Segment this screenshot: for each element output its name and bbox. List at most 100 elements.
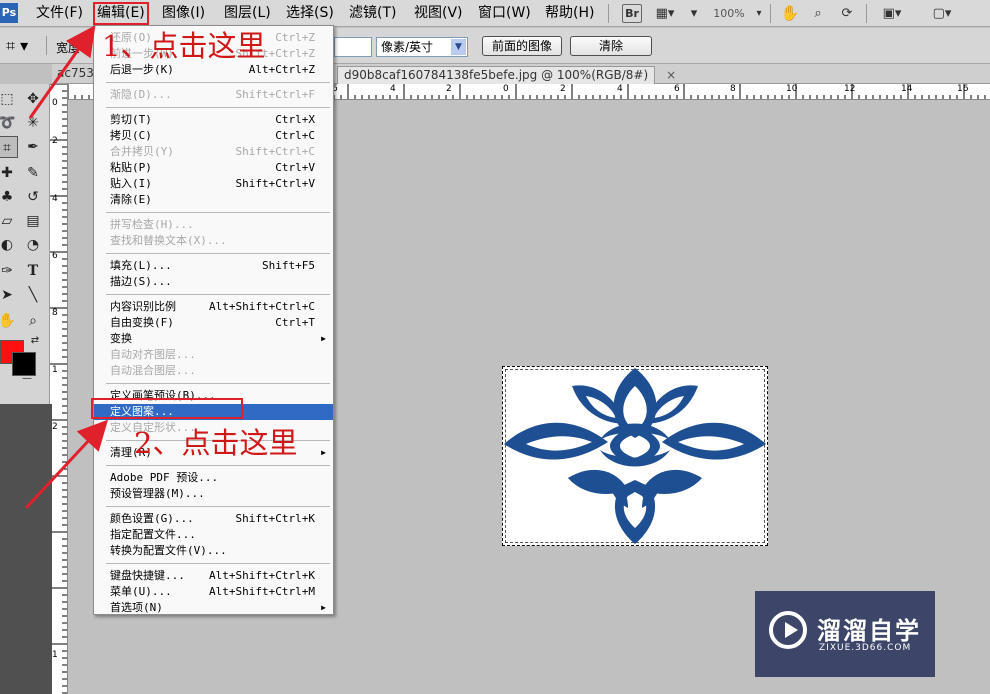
menu-item-label: 颜色设置(G)... [110, 512, 194, 525]
image-canvas[interactable] [502, 366, 768, 546]
ruler-label: 8 [52, 308, 58, 318]
zoom-tool-icon[interactable]: ⌕ [808, 4, 828, 23]
document-tab-title: d90b8caf160784138fe5befe.jpg @ 100%(RGB/… [344, 68, 649, 82]
menu-file[interactable]: 文件(F) [34, 4, 85, 23]
ruler-label: 6 [674, 84, 680, 94]
view-extras-icon[interactable]: ▦▾ [652, 4, 678, 23]
menu-item[interactable]: 转换为配置文件(V)... [94, 543, 333, 559]
menu-item[interactable]: 贴入(I) Shift+Ctrl+V [94, 176, 333, 192]
menu-item[interactable]: 预设管理器(M)... [94, 486, 333, 502]
crop-tool-preset-icon[interactable]: ⌗ ▾ [6, 36, 40, 56]
front-image-button[interactable]: 前面的图像 [482, 36, 562, 56]
menu-item[interactable]: 自由变换(F) Ctrl+T [94, 315, 333, 331]
hand-tool-icon[interactable]: ✋ [0, 310, 18, 332]
screen-mode-icon[interactable]: ▢▾ [928, 4, 956, 23]
bridge-button[interactable]: Br [622, 4, 642, 23]
menu-item[interactable]: 拷贝(C) Ctrl+C [94, 128, 333, 144]
menu-layer[interactable]: 图层(L) [222, 4, 273, 23]
menu-image[interactable]: 图像(I) [160, 4, 207, 23]
crop-tool-icon[interactable]: ⌗ [0, 136, 18, 158]
menu-item[interactable]: 查找和替换文本(X)... [94, 233, 333, 249]
blur-tool-icon[interactable]: ◐ [0, 234, 18, 256]
play-logo-icon [769, 611, 807, 649]
zoom-tool-icon[interactable]: ⌕ [22, 310, 44, 332]
menu-item[interactable]: 渐隐(D)... Shift+Ctrl+F [94, 87, 333, 103]
menu-item[interactable]: 合并拷贝(Y) Shift+Ctrl+C [94, 144, 333, 160]
menu-view[interactable]: 视图(V) [412, 4, 465, 23]
menu-item[interactable]: 填充(L)... Shift+F5 [94, 258, 333, 274]
rotate-view-icon[interactable]: ⟳ [836, 4, 858, 23]
menu-item-shortcut: Alt+Shift+Ctrl+M [209, 585, 315, 598]
history-brush-tool-icon[interactable]: ↺ [22, 186, 44, 208]
line-tool-icon[interactable]: ╲ [22, 284, 44, 306]
lotus-flower-image [504, 368, 766, 544]
clear-button[interactable]: 清除 [570, 36, 652, 56]
menu-item-label: 拷贝(C) [110, 129, 152, 142]
menu-select[interactable]: 选择(S) [284, 4, 336, 23]
eyedropper-tool-icon[interactable]: ✒ [22, 136, 44, 158]
menu-item[interactable]: 描边(S)... [94, 274, 333, 290]
menu-item[interactable]: 清除(E) [94, 192, 333, 208]
menu-item[interactable]: 剪切(T) Ctrl+X [94, 112, 333, 128]
menu-item[interactable]: Adobe PDF 预设... [94, 470, 333, 486]
menu-item-label: 键盘快捷键... [110, 569, 185, 582]
path-selection-tool-icon[interactable]: ➤ [0, 284, 18, 306]
menu-item[interactable]: 变换 ▶ [94, 331, 333, 347]
menu-item-label: 粘贴(P) [110, 161, 152, 174]
pen-tool-icon[interactable]: ✑ [0, 260, 18, 282]
photoshop-logo: Ps [0, 3, 18, 23]
close-icon[interactable]: × [666, 67, 682, 84]
menu-separator [106, 253, 330, 254]
marquee-tool-icon[interactable]: ⬚ [0, 88, 18, 110]
ruler-label: 8 [730, 84, 736, 94]
zoom-dropdown-icon[interactable]: ▾ [752, 4, 766, 23]
zoom-level-menu-icon[interactable]: ▾ [684, 4, 704, 23]
menu-item-label: 转换为配置文件(V)... [110, 544, 227, 557]
menu-separator [106, 506, 330, 507]
healing-brush-tool-icon[interactable]: ✚ [0, 162, 18, 184]
menu-item-label: 填充(L)... [110, 259, 172, 272]
menu-item[interactable]: 拼写检查(H)... [94, 217, 333, 233]
quick-mask-icon[interactable]: — [16, 368, 38, 390]
menu-item-label: 清除(E) [110, 193, 152, 206]
ruler-label: 4 [52, 194, 58, 204]
menu-item[interactable]: 内容识别比例 Alt+Shift+Ctrl+C [94, 299, 333, 315]
type-tool-icon[interactable]: T [22, 260, 44, 282]
menu-item-label: 指定配置文件... [110, 528, 196, 541]
menu-item[interactable]: 菜单(U)... Alt+Shift+Ctrl+M [94, 584, 333, 600]
menubar-divider [866, 4, 867, 23]
menu-item[interactable]: 首选项(N) ▶ [94, 600, 333, 616]
hand-tool-icon[interactable]: ✋ [780, 4, 800, 23]
menubar-divider [608, 4, 609, 23]
magic-wand-tool-icon[interactable]: ✳ [22, 112, 44, 134]
swap-colors-icon[interactable]: ⇄ [28, 334, 42, 348]
eraser-tool-icon[interactable]: ▱ [0, 210, 18, 232]
zoom-level-select[interactable]: 100% [707, 4, 751, 23]
menu-filter[interactable]: 滤镜(T) [347, 4, 398, 23]
menu-edit[interactable]: 编辑(E) [93, 2, 149, 25]
menu-help[interactable]: 帮助(H) [543, 4, 596, 23]
menu-item[interactable]: 自动对齐图层... [94, 347, 333, 363]
annotation-step-2: 2、点击这里 [134, 426, 298, 460]
brush-tool-icon[interactable]: ✎ [22, 162, 44, 184]
lasso-tool-icon[interactable]: ➰ [0, 112, 18, 134]
resolution-input[interactable] [334, 37, 372, 57]
menu-item[interactable]: 粘贴(P) Ctrl+V [94, 160, 333, 176]
panel-dock-strip [0, 404, 52, 694]
menu-item-shortcut: Ctrl+X [275, 113, 315, 126]
menu-item-shortcut: Shift+Ctrl+K [235, 512, 315, 525]
arrange-documents-icon[interactable]: ▣▾ [878, 4, 906, 23]
menu-item[interactable]: 指定配置文件... [94, 527, 333, 543]
gradient-tool-icon[interactable]: ▤ [22, 210, 44, 232]
menu-item[interactable]: 自动混合图层... [94, 363, 333, 379]
menu-item[interactable]: 键盘快捷键... Alt+Shift+Ctrl+K [94, 568, 333, 584]
menu-item[interactable]: 颜色设置(G)... Shift+Ctrl+K [94, 511, 333, 527]
dodge-tool-icon[interactable]: ◔ [22, 234, 44, 256]
document-tab-inactive[interactable]: ac753 [57, 66, 94, 80]
resolution-unit-select[interactable]: 像素/英寸 ▼ [376, 37, 468, 57]
clone-stamp-tool-icon[interactable]: ♣ [0, 186, 18, 208]
document-tab-active[interactable]: d90b8caf160784138fe5befe.jpg @ 100%(RGB/… [337, 66, 676, 84]
menu-window[interactable]: 窗口(W) [476, 4, 533, 23]
move-tool-icon[interactable]: ✥ [22, 88, 44, 110]
ruler-label: 10 [786, 84, 798, 94]
